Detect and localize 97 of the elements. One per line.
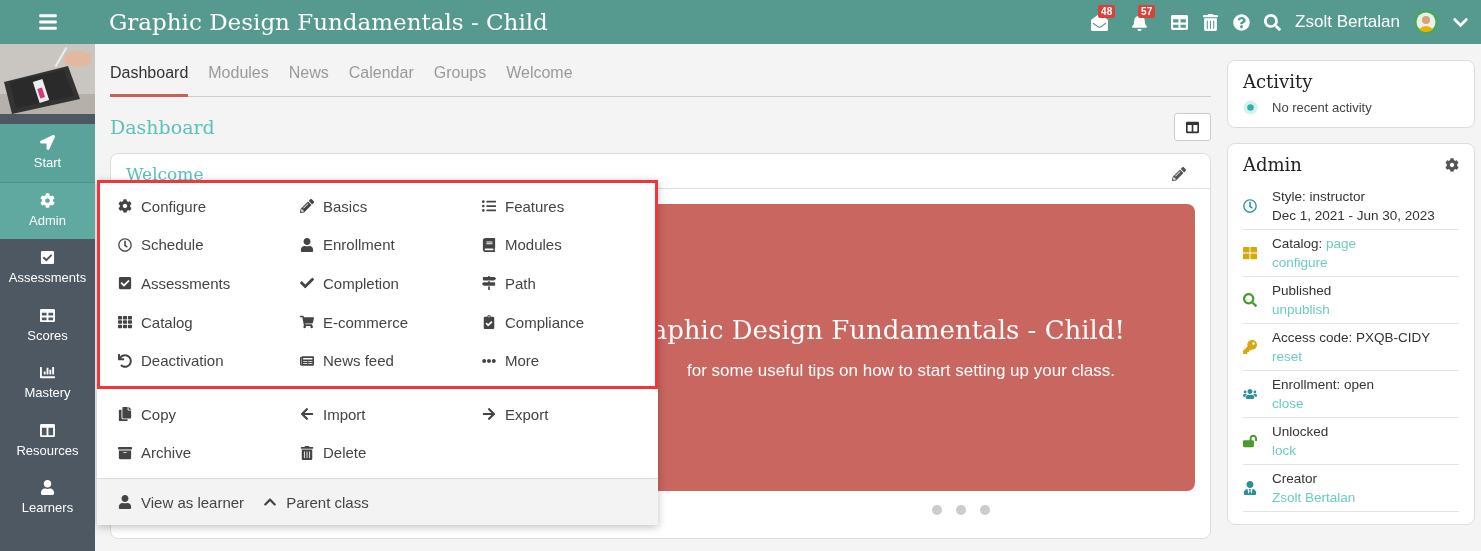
user-icon: [40, 480, 55, 496]
menu-item[interactable]: Completion: [299, 264, 481, 303]
carousel-dot[interactable]: [931, 505, 942, 515]
gear-icon: [40, 193, 55, 209]
check-icon: [299, 276, 314, 291]
checkbox-icon: [40, 250, 55, 266]
row-label: Creator: [1272, 470, 1318, 487]
row-label: Access code: PXQB-CIDY: [1272, 329, 1431, 346]
columns-icon: [1186, 120, 1199, 134]
panel-title: Activity: [1243, 71, 1313, 92]
columns-icon: [40, 422, 55, 438]
sidebar-item[interactable]: Resources: [0, 411, 95, 469]
copy-icon: [117, 407, 132, 422]
tab[interactable]: Dashboard: [110, 60, 189, 97]
arrow-left-icon: [299, 407, 314, 422]
count-badge: 48: [1098, 4, 1116, 18]
user-icon: [1243, 481, 1258, 495]
help-button[interactable]: [1233, 13, 1251, 31]
row-label: Style: instructor: [1272, 188, 1367, 205]
user-icon: [117, 495, 132, 510]
notebook-icon: [481, 237, 496, 252]
envelope-icon: [1091, 13, 1109, 31]
newspaper-icon: [299, 353, 314, 368]
menu-item[interactable]: Export: [481, 394, 658, 434]
carousel-dot[interactable]: [955, 505, 966, 515]
menu-item[interactable]: Copy: [117, 394, 299, 434]
bell-button[interactable]: 57: [1131, 4, 1158, 31]
row-label: Catalog:: [1272, 236, 1324, 251]
clipboard-check-icon: [481, 315, 496, 330]
clock-icon: [1243, 199, 1258, 213]
table-icon: [40, 307, 55, 323]
pencil-icon[interactable]: [1172, 167, 1186, 181]
mail-button[interactable]: 48: [1091, 4, 1118, 31]
layout-button[interactable]: [1174, 113, 1211, 141]
menu-item[interactable]: Import: [299, 394, 481, 434]
card-title: Welcome: [126, 164, 204, 184]
menu-item[interactable]: E-commerce: [299, 302, 481, 342]
archive-icon: [117, 445, 132, 460]
menu-item[interactable]: Schedule: [117, 225, 299, 265]
gear-icon: [117, 199, 132, 214]
search-icon: [1243, 293, 1258, 307]
sidebar-item[interactable]: Mastery: [0, 354, 95, 412]
sidebar-item[interactable]: Learners: [0, 469, 95, 527]
menu-item[interactable]: Path: [481, 264, 655, 303]
menu-item[interactable]: View as learner: [117, 482, 245, 522]
search-button[interactable]: [1264, 13, 1282, 31]
user-icon: [299, 237, 314, 252]
arrow-right-icon: [481, 407, 496, 422]
unlock-icon: [1243, 434, 1258, 448]
panel-title: Admin: [1243, 154, 1302, 175]
users-icon: [1243, 387, 1258, 401]
key-icon: [1243, 340, 1258, 354]
menu-item[interactable]: More: [481, 341, 655, 380]
undo-icon: [117, 353, 132, 368]
location-arrow-icon: [40, 135, 55, 151]
bell-icon: [1131, 13, 1149, 31]
row-label: Enrollment: open: [1272, 376, 1375, 393]
menu-item[interactable]: News feed: [299, 341, 481, 380]
menu-item[interactable]: Catalog: [117, 302, 299, 342]
carousel-dot[interactable]: [979, 505, 990, 515]
clock-icon: [117, 237, 132, 252]
avatar-icon[interactable]: [1414, 10, 1438, 34]
menu-item[interactable]: Deactivation: [117, 341, 299, 380]
menu-item[interactable]: Modules: [481, 225, 655, 265]
bar-chart-icon: [40, 365, 55, 381]
row-label: Unlocked: [1272, 423, 1329, 440]
row-detail: Dec 1, 2021 - Jun 30, 2023: [1272, 207, 1435, 224]
cart-icon: [299, 315, 314, 330]
count-badge: 57: [1138, 4, 1156, 18]
trash-button[interactable]: [1202, 13, 1220, 31]
menu-item[interactable]: Delete: [299, 433, 481, 473]
menu-item[interactable]: Features: [481, 187, 655, 226]
settings-icon[interactable]: [1445, 157, 1459, 172]
sidebar-item[interactable]: Assessments: [0, 239, 95, 297]
signpost-icon: [481, 276, 496, 291]
menu-item[interactable]: Configure: [117, 187, 299, 226]
menu-icon: [37, 12, 58, 32]
menu-item[interactable]: Parent class: [262, 482, 369, 522]
class-title: Graphic Design Fundamentals - Child: [109, 9, 549, 35]
banner-text: for some useful tips on how to start setting up your class.: [686, 360, 1115, 381]
grid-icon: [117, 315, 132, 330]
calendar-button[interactable]: [1171, 13, 1189, 31]
menu-item[interactable]: Archive: [117, 433, 299, 473]
menu-item[interactable]: Basics: [299, 187, 481, 226]
grid-icon: [1243, 246, 1258, 260]
checkbox-icon: [117, 276, 132, 291]
activity-text: No recent activity: [1272, 100, 1372, 115]
sidebar-item[interactable]: Scores: [0, 296, 95, 354]
menu-item[interactable]: Assessments: [117, 264, 299, 303]
list-icon: [481, 199, 496, 214]
menu-item[interactable]: Compliance: [481, 302, 655, 342]
pencil-icon: [299, 199, 314, 214]
trash-icon: [299, 445, 314, 460]
dot-icon: [1243, 100, 1258, 115]
row-label: Published: [1272, 282, 1332, 299]
page-heading: Dashboard: [110, 116, 215, 138]
menu-item[interactable]: Enrollment: [299, 225, 481, 265]
